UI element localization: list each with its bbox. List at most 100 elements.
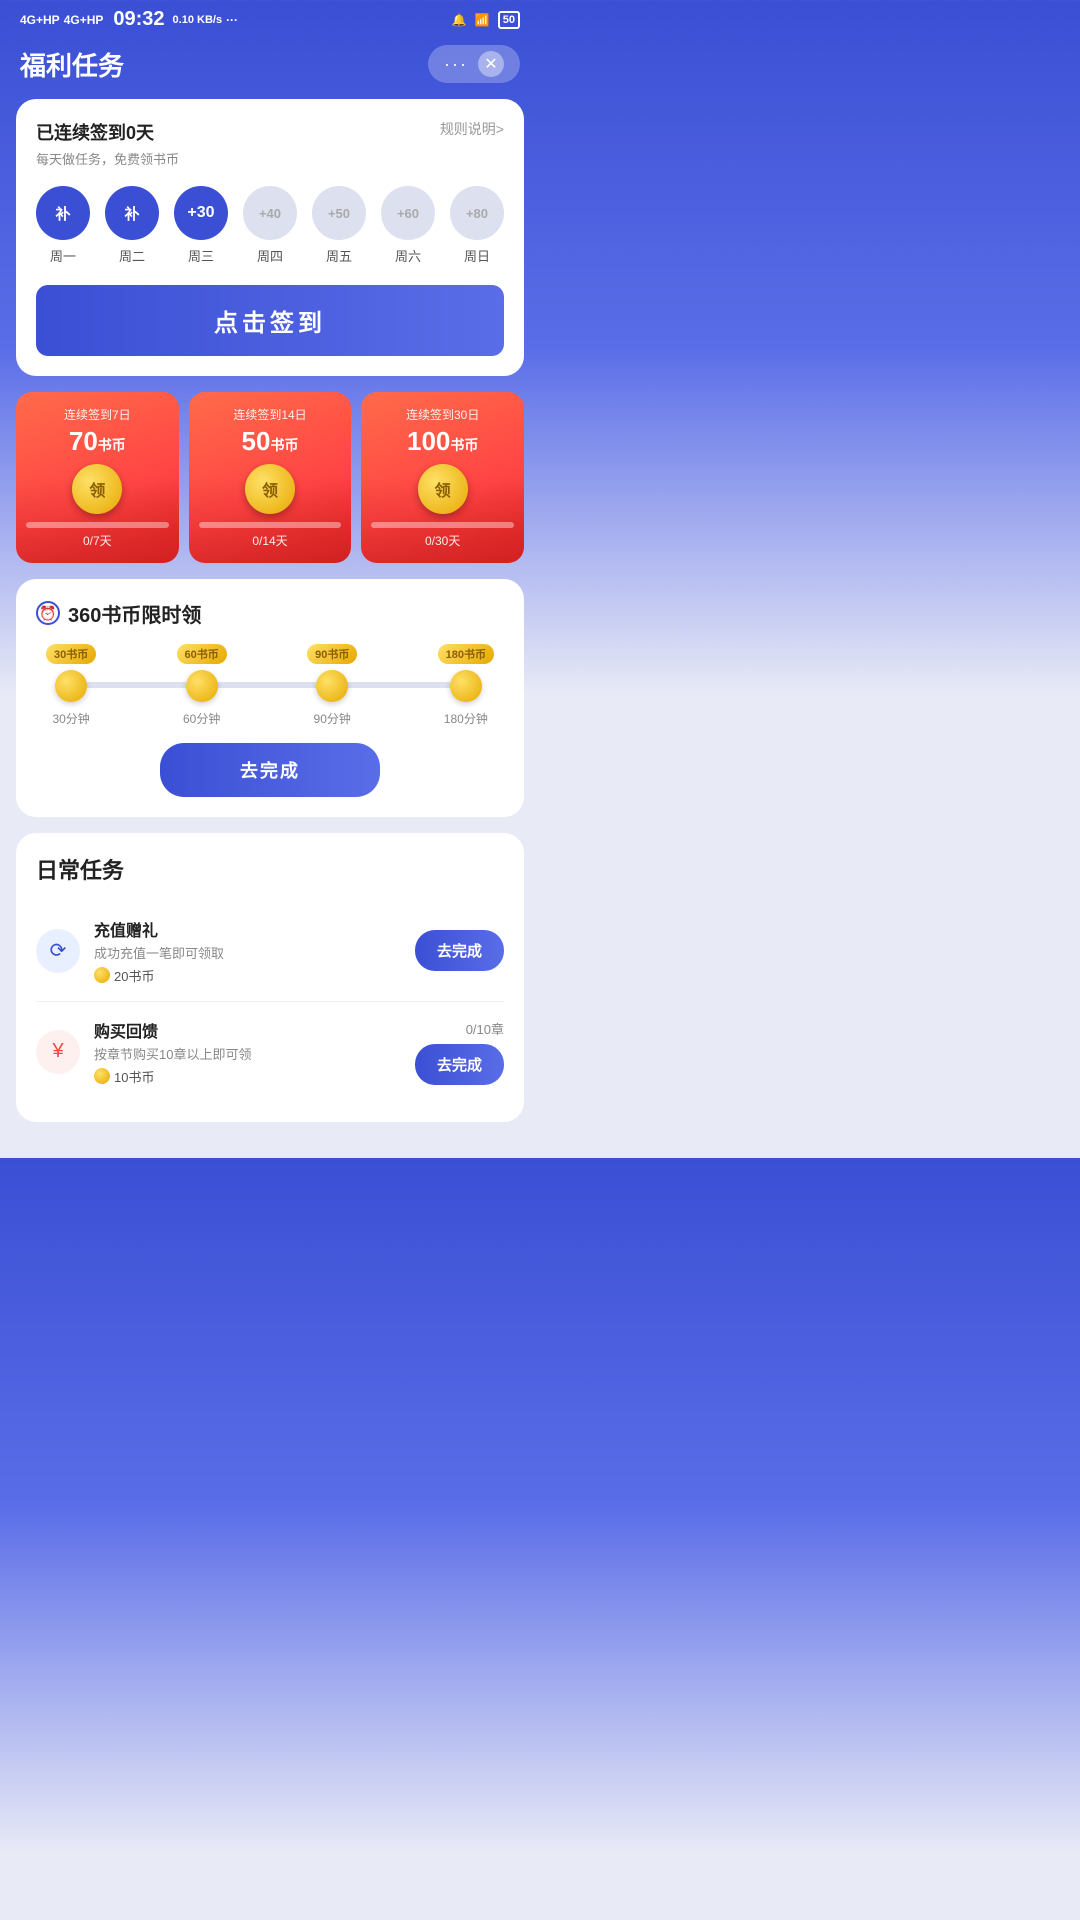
status-time: 09:32 <box>113 8 164 31</box>
day-circle: +40 <box>243 186 297 240</box>
day-circle: +50 <box>312 186 366 240</box>
reward-progress-bar <box>371 522 514 528</box>
milestone-point: 180书币 180分钟 <box>438 644 494 727</box>
time-limited-complete-button[interactable]: 去完成 <box>160 743 380 797</box>
streak-reward-card: 连续签到7日 70书币 领 0/7天 <box>16 392 179 563</box>
header: 福利任务 ··· ✕ <box>0 35 540 99</box>
day-item: +40 周四 <box>243 186 297 265</box>
status-network: 4G+HP 4G+HP 09:32 0.10 KB/s ··· <box>20 8 238 31</box>
milestone-point: 30书币 30分钟 <box>46 644 96 727</box>
reward-tag: 连续签到7日 <box>26 406 169 423</box>
streak-rewards: 连续签到7日 70书币 领 0/7天 连续签到14日 50书币 领 0/14天 … <box>16 392 524 563</box>
signin-title: 已连续签到0天 <box>36 119 154 145</box>
task-desc: 成功充值一笔即可领取 <box>94 943 401 962</box>
status-speed: 0.10 KB/s <box>173 14 223 26</box>
milestone-dot <box>316 670 348 702</box>
header-actions: ··· ✕ <box>428 45 520 83</box>
milestone-time: 180分钟 <box>444 710 488 727</box>
wifi-icon: 📶 <box>475 13 490 27</box>
main-content: 已连续签到0天 规则说明> 每天做任务，免费领书币 补 周一 补 周二 +30 … <box>0 99 540 1158</box>
coin-icon <box>94 967 110 983</box>
daily-tasks-card: 日常任务 ⟳ 充值赠礼 成功充值一笔即可领取 20书币 去完成 ¥ 购买回馈 按… <box>16 833 524 1122</box>
day-circles-row: 补 周一 补 周二 +30 周三 +40 周四 +50 周五 +60 周六 +8… <box>36 186 504 265</box>
reward-amount: 50书币 <box>199 427 342 456</box>
status-bar: 4G+HP 4G+HP 09:32 0.10 KB/s ··· 🔔 📶 50 <box>0 0 540 35</box>
milestone-time: 30分钟 <box>52 710 89 727</box>
day-circle: +80 <box>450 186 504 240</box>
task-list: ⟳ 充值赠礼 成功充值一笔即可领取 20书币 去完成 ¥ 购买回馈 按章节购买1… <box>36 901 504 1102</box>
day-item: 补 周二 <box>105 186 159 265</box>
day-item: +50 周五 <box>312 186 366 265</box>
milestone-dot <box>55 670 87 702</box>
task-content: 充值赠礼 成功充值一笔即可领取 20书币 <box>94 917 401 985</box>
day-circle: +60 <box>381 186 435 240</box>
milestone-point: 90书币 90分钟 <box>307 644 357 727</box>
task-desc: 按章节购买10章以上即可领 <box>94 1044 401 1063</box>
milestone-badge: 90书币 <box>307 644 357 664</box>
time-limited-title: ⏰ 360书币限时领 <box>36 599 504 628</box>
milestone-points: 30书币 30分钟 60书币 60分钟 90书币 90分钟 180书币 180分… <box>46 644 494 727</box>
reward-progress-bar <box>199 522 342 528</box>
streak-reward-card: 连续签到30日 100书币 领 0/30天 <box>361 392 524 563</box>
milestone-time: 60分钟 <box>183 710 220 727</box>
sign-in-button[interactable]: 点击签到 <box>36 285 504 356</box>
reward-days: 0/7天 <box>26 532 169 549</box>
task-reward: 20书币 <box>94 966 401 985</box>
day-item: +30 周三 <box>174 186 228 265</box>
reward-tag: 连续签到14日 <box>199 406 342 423</box>
task-name: 充值赠礼 <box>94 917 401 941</box>
reward-coin-button[interactable]: 领 <box>418 464 468 514</box>
signin-subtitle: 每天做任务，免费领书币 <box>36 149 504 168</box>
task-right: 0/10章 去完成 <box>415 1019 504 1085</box>
day-label: 周二 <box>119 246 145 265</box>
task-item: ¥ 购买回馈 按章节购买10章以上即可领 10书币 0/10章 去完成 <box>36 1002 504 1102</box>
milestone-dot <box>186 670 218 702</box>
day-label: 周六 <box>395 246 421 265</box>
milestone-badge: 60书币 <box>177 644 227 664</box>
day-label: 周日 <box>464 246 490 265</box>
milestone-time: 90分钟 <box>314 710 351 727</box>
day-label: 周一 <box>50 246 76 265</box>
milestone-track: 30书币 30分钟 60书币 60分钟 90书币 90分钟 180书币 180分… <box>36 644 504 727</box>
signin-card: 已连续签到0天 规则说明> 每天做任务，免费领书币 补 周一 补 周二 +30 … <box>16 99 524 376</box>
milestone-badge: 30书币 <box>46 644 96 664</box>
bell-icon: 🔔 <box>452 13 467 27</box>
reward-tag: 连续签到30日 <box>371 406 514 423</box>
task-content: 购买回馈 按章节购买10章以上即可领 10书币 <box>94 1018 401 1086</box>
daily-tasks-title: 日常任务 <box>36 853 504 885</box>
task-icon: ¥ <box>36 1030 80 1074</box>
day-label: 周四 <box>257 246 283 265</box>
reward-coin-button[interactable]: 领 <box>245 464 295 514</box>
task-item: ⟳ 充值赠礼 成功充值一笔即可领取 20书币 去完成 <box>36 901 504 1002</box>
clock-icon: ⏰ <box>36 601 60 625</box>
reward-amount: 100书币 <box>371 427 514 456</box>
day-item: +80 周日 <box>450 186 504 265</box>
task-name: 购买回馈 <box>94 1018 401 1042</box>
reward-coin-button[interactable]: 领 <box>72 464 122 514</box>
network-1: 4G+HP <box>20 13 60 27</box>
signin-header: 已连续签到0天 规则说明> <box>36 119 504 145</box>
reward-progress-bar <box>26 522 169 528</box>
time-limited-card: ⏰ 360书币限时领 30书币 30分钟 60书币 60分钟 90书币 90分钟… <box>16 579 524 817</box>
milestone-dot <box>450 670 482 702</box>
streak-reward-card: 连续签到14日 50书币 领 0/14天 <box>189 392 352 563</box>
day-item: +60 周六 <box>381 186 435 265</box>
status-icons: 🔔 📶 50 <box>452 11 520 29</box>
status-dots: ··· <box>226 13 238 27</box>
signin-rule-link[interactable]: 规则说明> <box>440 119 504 139</box>
milestone-badge: 180书币 <box>438 644 494 664</box>
day-label: 周五 <box>326 246 352 265</box>
close-button[interactable]: ✕ <box>478 51 504 77</box>
more-options-icon[interactable]: ··· <box>444 54 468 75</box>
reward-days: 0/30天 <box>371 532 514 549</box>
reward-amount: 70书币 <box>26 427 169 456</box>
reward-days: 0/14天 <box>199 532 342 549</box>
task-right: 去完成 <box>415 930 504 971</box>
day-circle: 补 <box>36 186 90 240</box>
task-complete-button[interactable]: 去完成 <box>415 930 504 971</box>
day-circle: 补 <box>105 186 159 240</box>
task-progress: 0/10章 <box>466 1019 504 1038</box>
coin-icon <box>94 1068 110 1084</box>
task-complete-button[interactable]: 去完成 <box>415 1044 504 1085</box>
battery-indicator: 50 <box>498 11 520 29</box>
